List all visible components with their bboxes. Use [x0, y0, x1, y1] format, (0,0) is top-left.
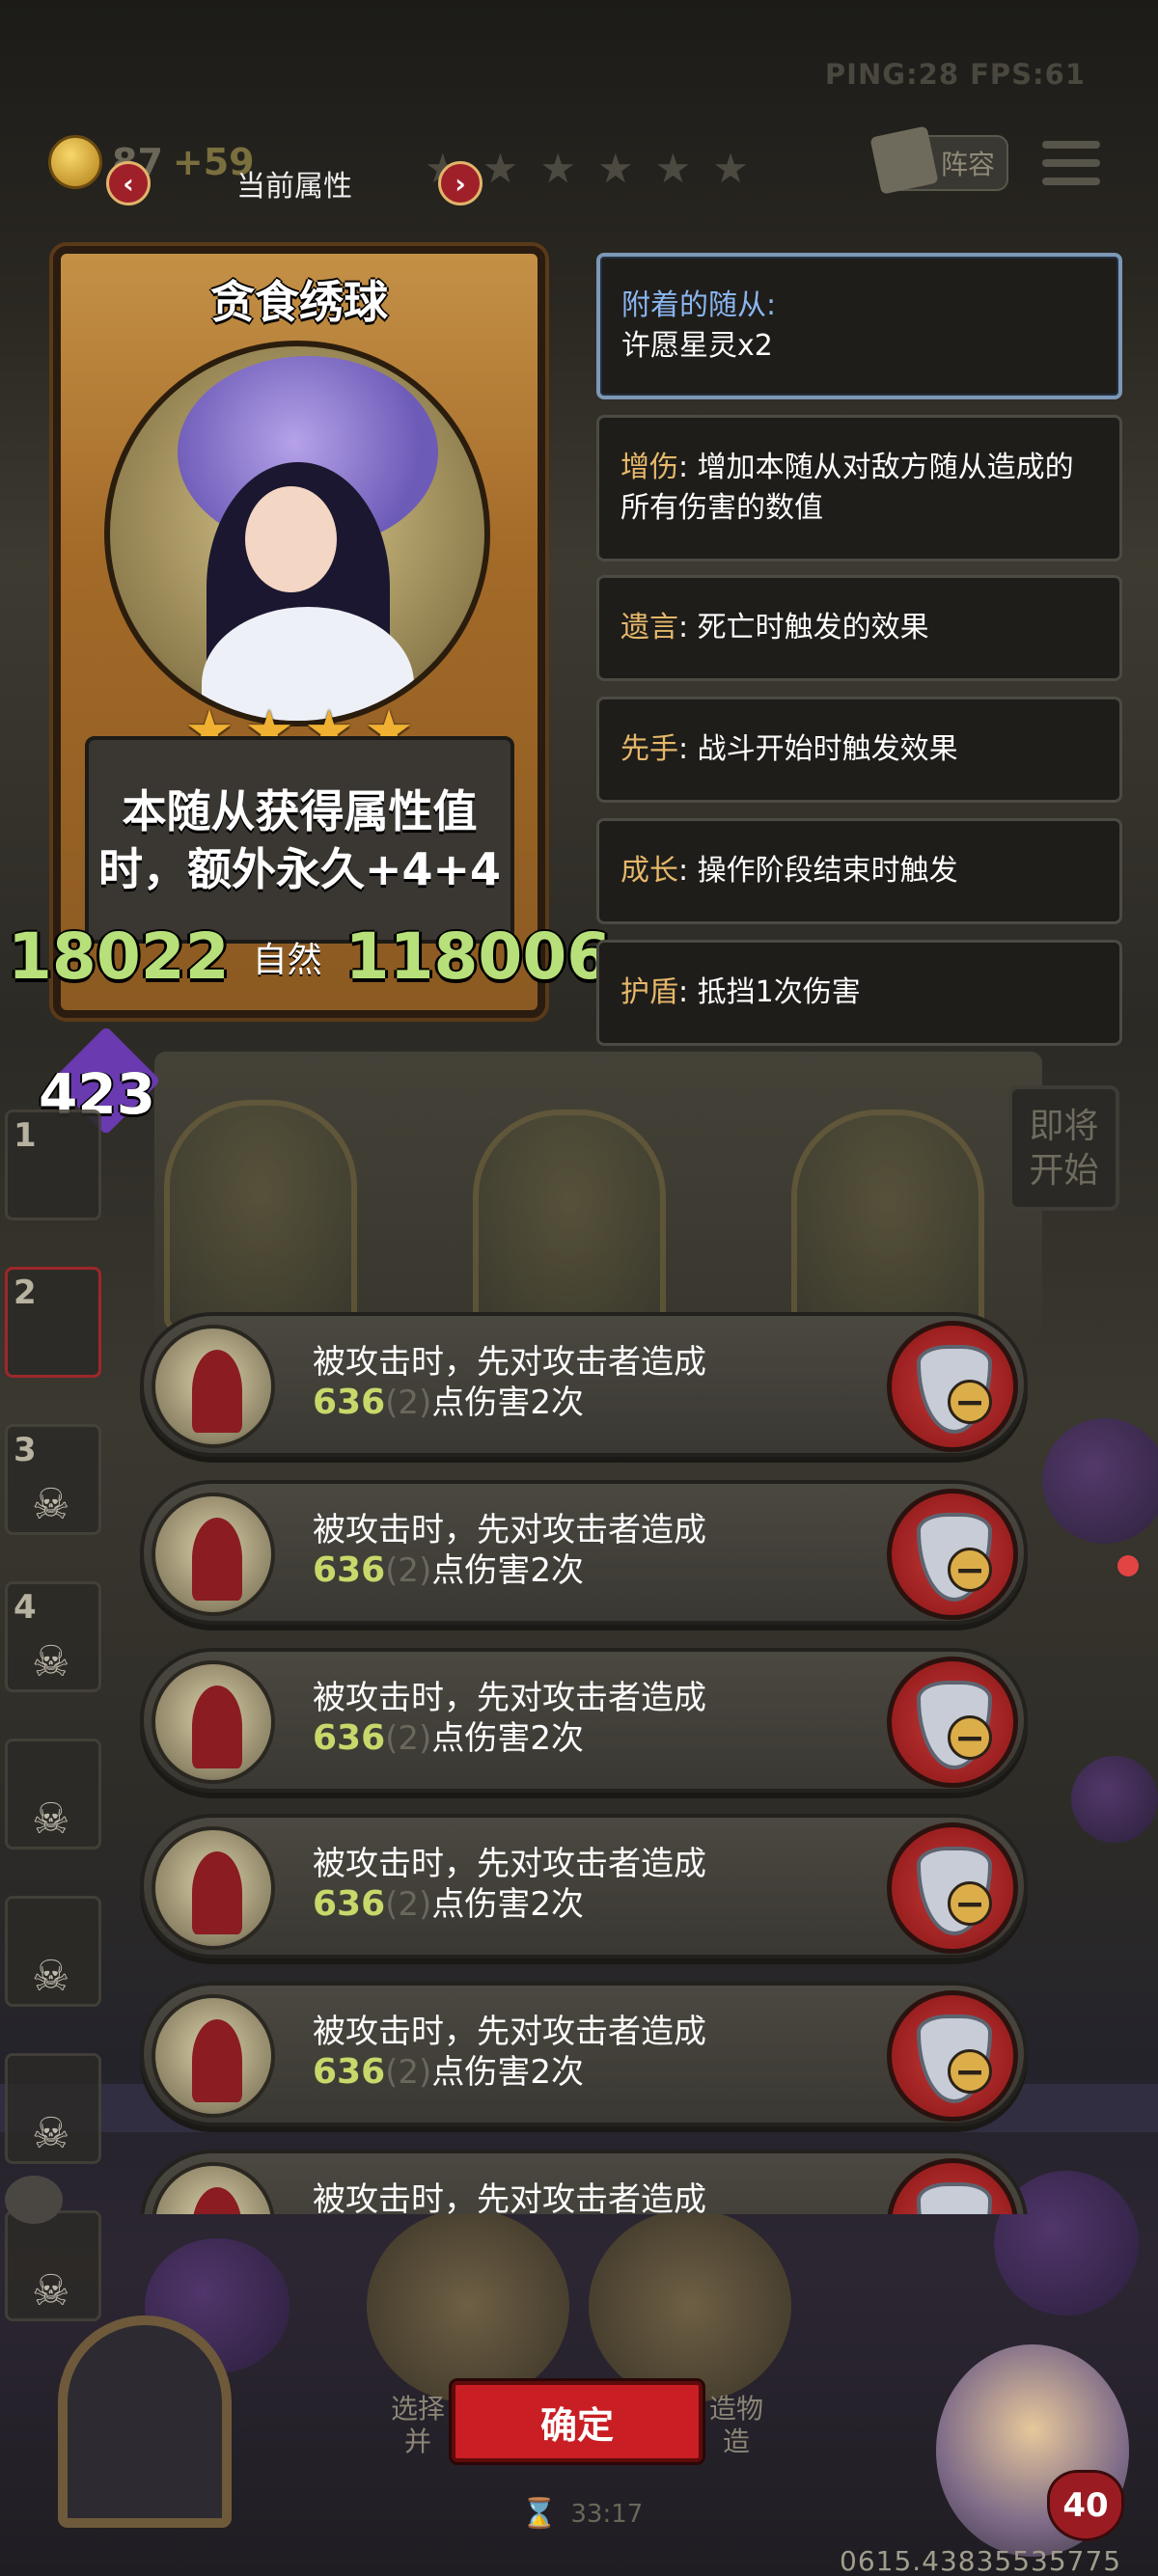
attribute-header: ‹ 当前属性 ›	[106, 154, 482, 212]
lineup-button[interactable]: 阵容	[869, 125, 1008, 195]
info-text: 许愿星灵x2	[621, 329, 773, 363]
remove-shield-button[interactable]: −	[887, 1822, 1018, 1954]
hourglass-icon: ⌛	[521, 2497, 558, 2531]
effect-row: 被攻击时，先对攻击者造成 636(2)点伤害2次 −	[140, 1312, 1028, 1457]
effect-damage: 636(2)点伤害2次	[313, 1383, 584, 1422]
build-id: 0615.43835535775	[840, 2545, 1122, 2576]
attack-value: 18022	[8, 919, 230, 994]
info-keyword: 护盾	[620, 975, 678, 1009]
info-text: : 死亡时触发的效果	[678, 611, 929, 644]
minion-description-box: 本随从获得属性值 时，额外永久+4+4	[85, 736, 514, 944]
minion-portrait	[104, 341, 490, 726]
minion-name: 贪食绣球	[210, 276, 388, 328]
board-slot	[164, 1100, 357, 1331]
minion-card: 贪食绣球 ★ ★ ★ ★ 本随从获得属性值 时，额外永久+4+4 18022 自然 1…	[8, 246, 611, 1018]
effect-row: 被攻击时，先对攻击者造成 636(2)点伤害2次 −	[140, 1648, 1028, 1793]
board-slot	[473, 1110, 666, 1341]
ping-fps-readout: PING:28 FPS:61	[824, 58, 1086, 91]
effect-list[interactable]: 被攻击时，先对攻击者造成 636(2)点伤害2次 − 被攻击时，先对攻击者造成 …	[0, 1312, 1158, 2214]
effect-damage: 636(2)点伤害2次	[313, 1884, 584, 1924]
attribute-title: 当前属性	[236, 170, 352, 204]
castle-token	[367, 2209, 569, 2402]
attached-minions-box: 附着的随从: 许愿星灵x2	[596, 253, 1122, 399]
notification-dot	[1117, 1555, 1139, 1576]
minion-description-line: 本随从获得属性值	[122, 784, 478, 837]
effect-damage: 636(2)点伤害2次	[313, 2052, 584, 2092]
player-hp-badge: 40	[1047, 2470, 1124, 2541]
keyword-info-box: 成长: 操作阶段结束时触发	[596, 818, 1122, 924]
effect-row: 被攻击时，先对攻击者造成 636(2)点伤害2次 −	[140, 1814, 1028, 1959]
shop-hint-left: 选择并	[391, 2393, 446, 2457]
minus-icon: −	[948, 1380, 992, 1424]
star-icon: ★	[654, 145, 692, 192]
remove-shield-button[interactable]: −	[887, 2158, 1018, 2214]
skull-icon: ☠	[32, 2266, 70, 2316]
keyword-info-box: 增伤: 增加本随从对敌方随从造成的所有伤害的数值	[596, 415, 1122, 562]
remove-shield-button[interactable]: −	[887, 1489, 1018, 1620]
effect-row: 被攻击时，先对攻击者造成 636(2)点伤害2次 −	[140, 1982, 1028, 2126]
star-icon: ★	[596, 145, 634, 192]
chat-icon[interactable]	[5, 2176, 63, 2224]
star-icon: ★	[482, 145, 519, 192]
menu-icon[interactable]	[1042, 135, 1100, 191]
effect-text: 被攻击时，先对攻击者造成	[313, 2180, 706, 2214]
red-cloak-icon	[152, 1660, 275, 1784]
info-keyword: 先手	[620, 732, 678, 766]
remove-shield-button[interactable]: −	[887, 1321, 1018, 1452]
info-keyword: 增伤	[620, 451, 678, 484]
next-arrow-button[interactable]: ›	[438, 161, 482, 206]
timer-value: 33:17	[570, 2499, 644, 2529]
minion-stats: 18022 自然 118006	[8, 919, 664, 994]
minus-icon: −	[948, 1881, 992, 1926]
red-cloak-icon	[152, 2162, 275, 2214]
red-cloak-icon	[152, 1994, 275, 2118]
red-cloak-icon	[152, 1826, 275, 1950]
lineup-label: 阵容	[940, 149, 995, 180]
minus-icon: −	[948, 1715, 992, 1760]
info-text: : 操作阶段结束时触发	[678, 854, 958, 888]
keyword-info-box: 先手: 战斗开始时触发效果	[596, 697, 1122, 803]
remove-shield-button[interactable]: −	[887, 1990, 1018, 2122]
red-cloak-icon	[152, 1325, 275, 1448]
info-keyword: 遗言	[620, 611, 678, 644]
effect-damage: 636(2)点伤害2次	[313, 1718, 584, 1758]
start-soon-line: 即将	[1029, 1107, 1099, 1146]
info-text: : 增加本随从对敌方随从造成的所有伤害的数值	[620, 451, 1074, 525]
coin-icon	[48, 135, 102, 189]
minus-icon: −	[948, 1548, 992, 1592]
start-soon-button[interactable]: 即将 开始	[1008, 1085, 1119, 1211]
castle-token	[589, 2209, 791, 2402]
roster-item[interactable]: 1	[5, 1110, 101, 1220]
shop-hint-right: 造物造	[709, 2393, 764, 2457]
red-cloak-icon	[152, 1493, 275, 1616]
confirm-button[interactable]: 确定	[452, 2381, 703, 2462]
effect-damage: 636(2)点伤害2次	[313, 1550, 584, 1590]
remove-shield-button[interactable]: −	[887, 1657, 1018, 1788]
info-text: : 抵挡1次伤害	[678, 975, 861, 1009]
board-slot	[791, 1110, 984, 1341]
info-keyword: 成长	[620, 854, 678, 888]
info-keyword: 附着的随从:	[621, 288, 777, 322]
tribe-label: 自然	[252, 940, 322, 980]
keyword-info-box: 护盾: 抵挡1次伤害	[596, 940, 1122, 1046]
star-icon: ★	[539, 145, 576, 192]
keyword-info-box: 遗言: 死亡时触发的效果	[596, 575, 1122, 681]
shield-icon	[917, 2182, 992, 2214]
star-icon: ★	[712, 145, 749, 192]
info-text: : 战斗开始时触发效果	[678, 732, 958, 766]
effect-row: 被攻击时，先对攻击者造成 636(2)点伤害2次 −	[140, 1480, 1028, 1625]
prev-arrow-button[interactable]: ‹	[106, 161, 151, 206]
effect-row: 被攻击时，先对攻击者造成 −	[140, 2150, 1028, 2214]
round-timer: ⌛ 33:17	[521, 2497, 643, 2531]
roster-item[interactable]: ☠	[5, 2210, 101, 2321]
start-soon-line: 开始	[1029, 1151, 1099, 1191]
minus-icon: −	[948, 2049, 992, 2094]
minion-description-line: 时，额外永久+4+4	[97, 842, 502, 895]
health-value: 118006	[345, 919, 612, 994]
lineup-book-icon	[869, 125, 939, 195]
